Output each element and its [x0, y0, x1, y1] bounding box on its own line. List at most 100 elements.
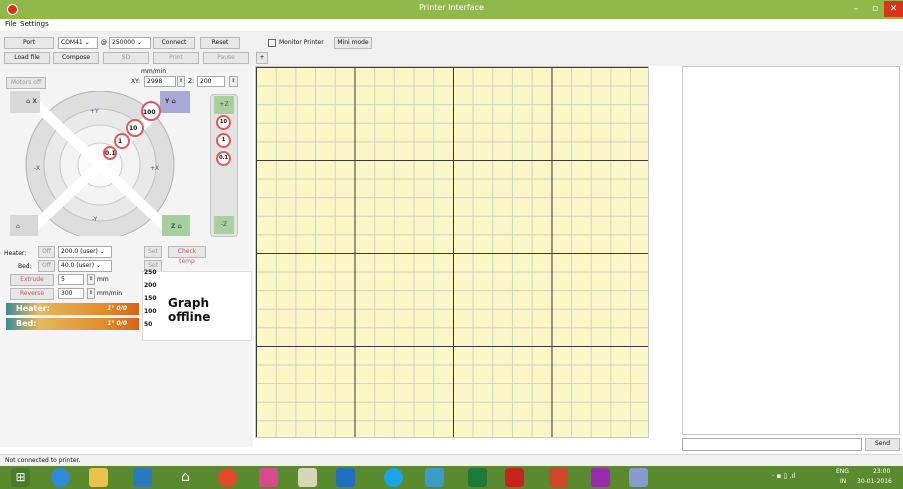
acrobat-icon[interactable]: [505, 468, 524, 487]
maximize-button[interactable]: ▫: [866, 1, 884, 17]
plus-x-button[interactable]: +X: [150, 165, 159, 172]
z-step-10[interactable]: 10: [216, 115, 231, 130]
region-indicator: IN: [840, 478, 847, 485]
home-y-button[interactable]: Y ⌂: [165, 98, 176, 105]
taskbar: ⊞ ⌂ · ▪ ▯ .ıl ENG IN 23:00 30-01-2016: [0, 466, 903, 489]
bed-label: Bed:: [18, 263, 32, 270]
plus-y-button[interactable]: +Y: [90, 108, 99, 115]
pause-button[interactable]: Pause: [203, 52, 249, 64]
paint-icon[interactable]: [259, 468, 278, 487]
graph-tick-200: 200: [144, 282, 157, 289]
command-input[interactable]: [682, 438, 862, 451]
toolbar: Port COM41 ⌄ @ 250000 ⌄ Connect Reset Mo…: [0, 31, 903, 66]
baud-select[interactable]: 250000 ⌄: [109, 37, 151, 49]
extrude-speed-unit: mm/min: [97, 290, 123, 297]
z-step-0-1[interactable]: 0.1: [216, 151, 231, 166]
monitor-checkbox[interactable]: [268, 39, 276, 47]
bed-temp-select[interactable]: 40.0 (user) ⌄: [58, 260, 112, 272]
mini-mode-button[interactable]: Mini mode: [334, 37, 372, 49]
build-plate-grid[interactable]: [255, 66, 649, 438]
extrude-speed-spinner[interactable]: ⇕: [87, 288, 95, 299]
extrude-button[interactable]: Extrude: [10, 274, 54, 286]
close-button[interactable]: ✕: [884, 1, 903, 17]
menu-settings[interactable]: Settings: [20, 20, 49, 28]
minimize-button[interactable]: –: [846, 1, 866, 17]
window-title: Printer Interface: [419, 3, 484, 12]
extrude-length-spinner[interactable]: ⇕: [87, 274, 95, 285]
console-log[interactable]: [682, 66, 900, 435]
start-icon[interactable]: ⊞: [11, 468, 30, 487]
heater-gauge: Heater: 1° 0/0: [6, 303, 139, 315]
chrome-icon[interactable]: [218, 468, 237, 487]
control-panel: Motors off mm/min XY: 2998 ⇕ Z: 200 ⇕ ⌂ …: [0, 66, 253, 447]
port-button[interactable]: Port: [4, 37, 54, 49]
status-bar: Not connected to printer.: [0, 454, 903, 466]
heater-label: Heater:: [4, 250, 27, 257]
bed-gauge-value: 1° 0/0: [107, 320, 127, 327]
xy-feed-input[interactable]: 2998: [144, 76, 176, 87]
add-tab-button[interactable]: +: [256, 52, 268, 64]
internet-explorer-icon[interactable]: [51, 468, 70, 487]
reverse-button[interactable]: Reverse: [10, 288, 54, 300]
monitor-icon[interactable]: [133, 468, 152, 487]
plus-z-button[interactable]: +Z: [214, 96, 234, 114]
heater-gauge-value: 1° 0/0: [107, 305, 127, 312]
z-feed-label: Z:: [188, 78, 195, 85]
tray-icons[interactable]: · ▪ ▯ .ıl: [772, 472, 796, 480]
graph-tick-150: 150: [144, 295, 157, 302]
file-explorer-icon[interactable]: [89, 468, 108, 487]
connection-status: Not connected to printer.: [5, 457, 81, 464]
connect-button[interactable]: Connect: [153, 37, 195, 49]
bed-off-button[interactable]: Off: [38, 260, 55, 272]
xy-jog-control[interactable]: [10, 91, 190, 236]
print-button[interactable]: Print: [153, 52, 199, 64]
send-button[interactable]: Send: [865, 438, 900, 451]
feed-unit-label: mm/min: [141, 68, 167, 75]
notepad-icon[interactable]: [298, 468, 317, 487]
minus-z-button[interactable]: -Z: [214, 216, 234, 234]
z-feed-spinner[interactable]: ⇕: [229, 76, 238, 87]
sd-button[interactable]: SD: [103, 52, 149, 64]
extrude-speed-input[interactable]: 300: [58, 288, 84, 299]
extrude-length-input[interactable]: 5: [58, 274, 84, 285]
reset-button[interactable]: Reset: [200, 37, 240, 49]
xy-step-1[interactable]: 1: [118, 138, 122, 145]
minus-x-button[interactable]: -X: [34, 165, 40, 172]
home-icon[interactable]: ⌂: [176, 468, 195, 487]
graph-offline-text: Graph offline: [168, 296, 211, 324]
excel-icon[interactable]: [468, 468, 487, 487]
xy-feed-spinner[interactable]: ⇕: [177, 76, 185, 87]
menu-bar: File Settings: [0, 19, 903, 31]
clock-date[interactable]: 30-01-2016: [857, 478, 892, 485]
motors-off-button[interactable]: Motors off: [6, 77, 46, 89]
heater-gauge-label: Heater:: [16, 304, 50, 313]
extrude-length-unit: mm: [97, 276, 109, 283]
heater-temp-select[interactable]: 200.0 (user) ⌄: [58, 246, 112, 258]
heater-set-button[interactable]: Set: [144, 246, 162, 258]
outlook-icon[interactable]: [336, 468, 355, 487]
skype-icon[interactable]: [384, 468, 403, 487]
powerpoint-icon[interactable]: [549, 468, 568, 487]
bed-gauge: Bed: 1° 0/0: [6, 318, 139, 330]
photos-icon[interactable]: [425, 468, 444, 487]
language-indicator[interactable]: ENG: [836, 468, 849, 475]
heater-off-button[interactable]: Off: [38, 246, 55, 258]
app-icon[interactable]: [591, 468, 610, 487]
z-feed-input[interactable]: 200: [197, 76, 225, 87]
clock-time[interactable]: 23:00: [873, 468, 890, 475]
compose-button[interactable]: Compose: [53, 52, 99, 64]
home-all-button[interactable]: ⌂: [16, 223, 20, 230]
home-z-button[interactable]: Z ⌂: [171, 223, 182, 230]
port-select[interactable]: COM41 ⌄: [58, 37, 98, 49]
pronterface-icon[interactable]: [629, 468, 648, 487]
xy-step-100[interactable]: 100: [143, 109, 156, 116]
xy-step-0-1[interactable]: 0.1: [105, 150, 116, 157]
minus-y-button[interactable]: -Y: [92, 216, 97, 223]
home-x-button[interactable]: ⌂ X: [26, 98, 37, 105]
z-step-1[interactable]: 1: [216, 133, 231, 148]
xy-step-10[interactable]: 10: [129, 125, 137, 132]
monitor-label: Monitor Printer: [279, 39, 324, 46]
menu-file[interactable]: File: [5, 20, 17, 28]
check-temp-button[interactable]: Check temp: [168, 246, 206, 265]
load-file-button[interactable]: Load file: [4, 52, 50, 64]
